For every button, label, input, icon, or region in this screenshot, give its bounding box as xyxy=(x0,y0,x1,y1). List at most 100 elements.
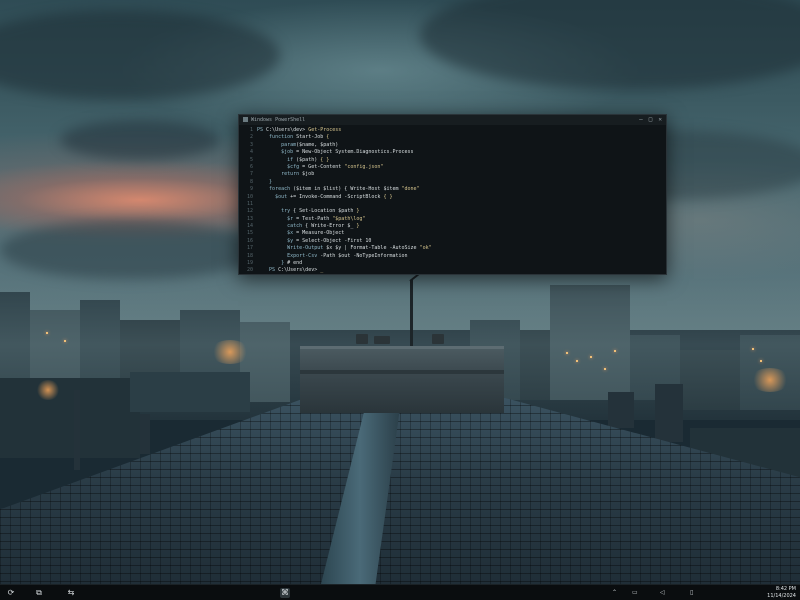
terminal-line: 14 catch { Write-Error $_ } xyxy=(239,223,666,230)
code-text: = New-Object System.Diagnostics.Process xyxy=(293,149,417,156)
code-text: ($name, $path) xyxy=(296,141,342,148)
terminal-line: 9 foreach ($item in $list) { Write-Host … xyxy=(239,186,666,193)
chimney-pot xyxy=(432,334,444,344)
close-button[interactable]: ✕ xyxy=(658,115,662,125)
terminal-line: 1 PS C:\Users\dev> Get-Process xyxy=(239,127,666,134)
terminal-app-icon[interactable]: ⌘ xyxy=(280,588,290,598)
code-text: { Set-Location $path xyxy=(290,208,357,215)
city-window-light xyxy=(576,360,578,362)
code-keyword: return xyxy=(281,171,300,178)
city-window-light xyxy=(752,348,754,350)
line-number: 15 xyxy=(246,230,253,237)
line-number: 8 xyxy=(249,178,253,185)
code-keyword: $cfg xyxy=(287,163,300,170)
line-number: 20 xyxy=(246,267,253,274)
line-number: 19 xyxy=(246,260,253,267)
antenna xyxy=(410,280,413,346)
terminal-body[interactable]: 1 PS C:\Users\dev> Get-Process 2 function … xyxy=(239,125,666,274)
minimize-button[interactable]: – xyxy=(639,115,643,125)
city-light xyxy=(210,340,250,364)
line-number: 6 xyxy=(249,163,253,170)
code-text: ($item in $list) { Write-Host $item xyxy=(290,186,402,193)
desktop-wallpaper xyxy=(0,0,800,584)
code-text: ($path) xyxy=(293,156,321,163)
rooftop-chimney xyxy=(655,384,683,442)
code-text: C:\Users\dev> xyxy=(275,267,321,274)
line-number: 13 xyxy=(246,215,253,222)
code-keyword: } xyxy=(269,178,273,185)
line-number: 17 xyxy=(246,245,253,252)
wallpaper-cloud xyxy=(60,120,220,160)
code-keyword: function xyxy=(269,134,294,141)
code-text: = Get-Content xyxy=(299,163,345,170)
terminal-line: 20 PS C:\Users\dev> _ xyxy=(239,267,666,274)
terminal-line: 16 $y = Select-Object -First 10 xyxy=(239,238,666,245)
line-number: 16 xyxy=(246,237,253,244)
battery-icon[interactable]: ▯ xyxy=(690,589,693,597)
code-keyword: $out xyxy=(275,193,288,200)
line-number: 12 xyxy=(246,208,253,215)
taskbar: ⟳ ⧉ ⇆ ⌘ ⌃ ▭ ◁ ▯ 8:42 PM 11/14/2024 xyxy=(0,584,800,600)
terminal-window[interactable]: Windows PowerShell – □ ✕ 1 PS C:\Users\de… xyxy=(238,114,667,275)
terminal-line: 3 param($name, $path) xyxy=(239,142,666,149)
task-view-icon[interactable]: ⧉ xyxy=(34,588,44,598)
code-string: "ok" xyxy=(419,245,432,252)
code-keyword: Export-Csv xyxy=(287,252,318,259)
volume-icon[interactable]: ◁ xyxy=(660,589,665,597)
terminal-line: 11 xyxy=(239,201,666,208)
terminal-line: 7 return $job xyxy=(239,171,666,178)
code-text: Start-Job xyxy=(293,134,327,141)
terminal-line: 5 if ($path) { } xyxy=(239,157,666,164)
chimney-band xyxy=(300,370,504,374)
code-string: "done" xyxy=(401,186,420,193)
network-icon[interactable]: ▭ xyxy=(632,589,638,597)
city-window-light xyxy=(604,368,606,370)
code-keyword: $job xyxy=(281,149,294,156)
terminal-line: 6 $cfg = Get-Content "config.json" xyxy=(239,164,666,171)
city-light xyxy=(36,380,60,400)
city-building xyxy=(130,372,250,412)
terminal-line: 15 $x = Measure-Object xyxy=(239,230,666,237)
start-icon[interactable]: ⟳ xyxy=(6,588,16,598)
code-text: = Measure-Object xyxy=(293,230,348,237)
main-chimney xyxy=(300,346,504,413)
code-text: = Test-Path xyxy=(293,215,333,222)
code-string: } xyxy=(356,223,360,230)
code-text: = Select-Object -First 10 xyxy=(293,237,375,244)
line-number: 11 xyxy=(246,200,253,207)
code-string: _ xyxy=(320,267,324,274)
code-text: C:\Users\dev> xyxy=(263,127,309,133)
line-number: 4 xyxy=(249,149,253,156)
code-text: $job xyxy=(299,171,318,178)
city-light xyxy=(750,368,790,392)
code-keyword: try xyxy=(281,208,291,215)
terminal-line: 8 } xyxy=(239,179,666,186)
code-string: "config.json" xyxy=(344,163,384,170)
line-number: 10 xyxy=(246,193,253,200)
widgets-icon[interactable]: ⇆ xyxy=(66,588,76,598)
rooftop-chimney xyxy=(608,392,634,428)
code-string: } xyxy=(356,208,360,215)
terminal-line: 10 $out += Invoke-Command -ScriptBlock {… xyxy=(239,194,666,201)
code-keyword: catch xyxy=(287,223,303,230)
chevron-up-icon[interactable]: ⌃ xyxy=(612,589,617,597)
maximize-button[interactable]: □ xyxy=(649,115,653,125)
taskbar-clock[interactable]: 8:42 PM 11/14/2024 xyxy=(767,586,796,599)
city-window-light xyxy=(566,352,568,354)
line-number: 3 xyxy=(249,141,253,148)
terminal-line: 2 function Start-Job { xyxy=(239,134,666,141)
terminal-titlebar[interactable]: Windows PowerShell – □ ✕ xyxy=(239,115,666,125)
terminal-line: 17 Write-Output $x $y | Format-Table -Au… xyxy=(239,245,666,252)
code-text: $x $y | Format-Table -AutoSize xyxy=(323,245,420,252)
